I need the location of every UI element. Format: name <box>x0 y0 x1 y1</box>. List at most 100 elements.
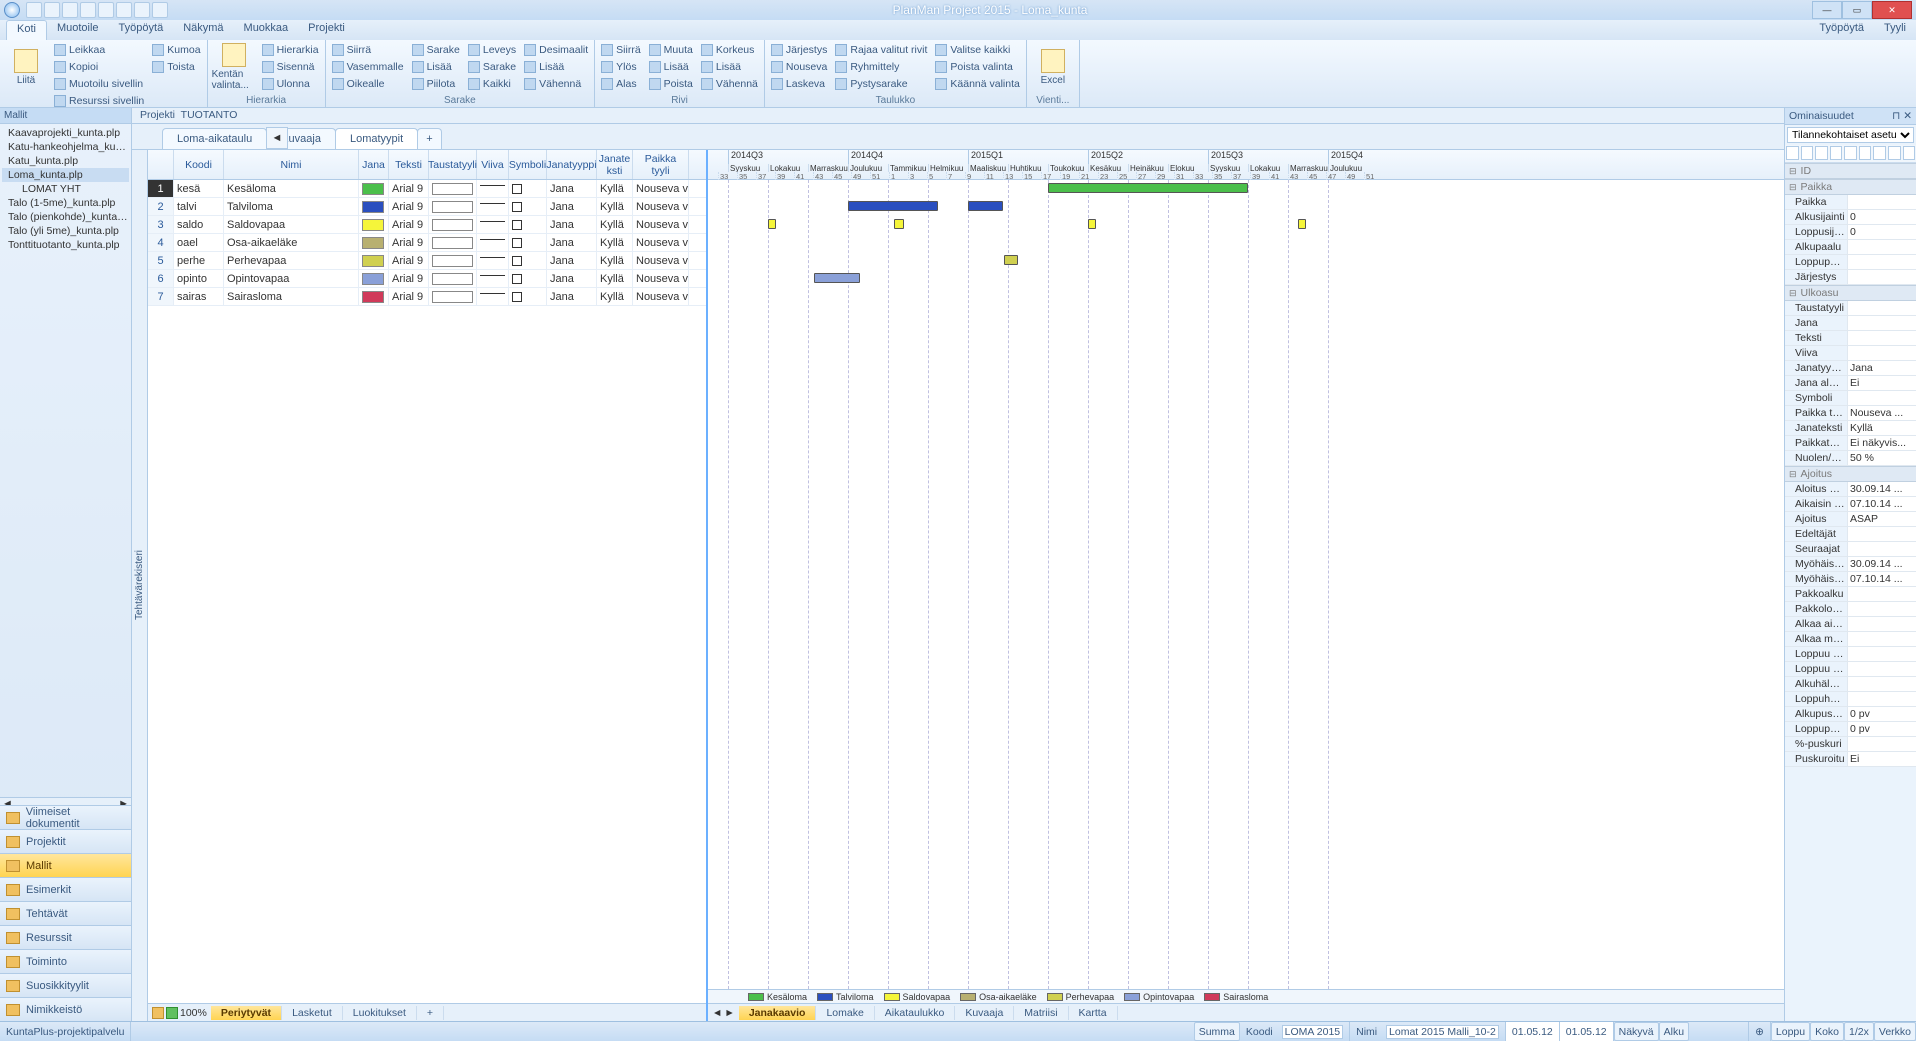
ribbon-item[interactable]: Rajaa valitut rivit <box>833 42 929 58</box>
prop-group[interactable]: Ulkoasu <box>1785 285 1916 301</box>
column-header[interactable]: Koodi <box>174 150 224 179</box>
ribbon-item[interactable]: Resurssi sivellin <box>52 93 146 109</box>
ribbon-button[interactable]: Excel <box>1031 42 1075 92</box>
properties-select[interactable]: Tilannekohtaiset asetukset <box>1787 127 1914 143</box>
ribbon-item[interactable]: Siirrä <box>599 42 643 58</box>
prop-row[interactable]: Pakkoalku <box>1785 587 1916 602</box>
doc-tab[interactable]: Lomatyypit <box>335 128 418 149</box>
ribbon-item[interactable]: Vähennä <box>522 76 590 92</box>
prop-row[interactable]: Nuolen/sy...50 % <box>1785 451 1916 466</box>
table-row[interactable]: 4oaelOsa-aikaeläkeArial 9JanaKylläNousev… <box>148 234 706 252</box>
menu-tab[interactable]: Koti <box>6 20 47 40</box>
ribbon-item[interactable]: Hierarkia <box>260 42 321 58</box>
side-handle[interactable]: Tehtävärekisteri <box>132 150 148 1021</box>
ribbon-item[interactable]: Desimaalit <box>522 42 590 58</box>
grid-bottom-tab[interactable]: Lasketut <box>282 1006 343 1020</box>
ribbon-item[interactable]: Kaikki <box>466 76 518 92</box>
quick-btn[interactable] <box>44 2 60 18</box>
status-koko[interactable]: Koko <box>1810 1022 1844 1041</box>
tab-scroll-left[interactable]: ◄ <box>266 127 288 149</box>
column-header[interactable]: Nimi <box>224 150 359 179</box>
nav-section[interactable]: Mallit <box>0 853 131 877</box>
quick-btn[interactable] <box>116 2 132 18</box>
tree-item[interactable]: Kaavaprojekti_kunta.plp <box>2 126 129 140</box>
ribbon-item[interactable]: Ulonna <box>260 76 321 92</box>
prop-tool-icon[interactable] <box>1801 146 1814 160</box>
prop-row[interactable]: Viiva <box>1785 346 1916 361</box>
ribbon-item[interactable]: Sarake <box>466 59 518 75</box>
ribbon-item[interactable]: Ylös <box>599 59 643 75</box>
prop-row[interactable]: Loppusijai...0 <box>1785 225 1916 240</box>
prop-tool-icon[interactable] <box>1844 146 1857 160</box>
prop-row[interactable]: Teksti <box>1785 331 1916 346</box>
gantt-bottom-tab[interactable]: Janakaavio <box>739 1006 817 1020</box>
prop-row[interactable]: Paikka tyyliNouseva ... <box>1785 406 1916 421</box>
menu-right-b[interactable]: Tyyli <box>1874 20 1916 40</box>
ribbon-item[interactable]: Leikkaa <box>52 42 146 58</box>
prop-row[interactable]: Aikaisin lo...07.10.14 ... <box>1785 497 1916 512</box>
grid-bottom-tab[interactable]: Periytyvät <box>211 1006 282 1020</box>
table-row[interactable]: 7sairasSairaslomaArial 9JanaKylläNouseva… <box>148 288 706 306</box>
ribbon-item[interactable]: Muotoilu sivellin <box>52 76 146 92</box>
ribbon-item[interactable]: Lisää <box>522 59 590 75</box>
gantt-bar[interactable] <box>1004 255 1018 265</box>
prop-row[interactable]: Alkaa my... <box>1785 632 1916 647</box>
nav-section[interactable]: Suosikkityylit <box>0 973 131 997</box>
menu-tab[interactable]: Työpöytä <box>109 20 174 40</box>
filter2-icon[interactable] <box>166 1007 178 1019</box>
prop-row[interactable]: Taustatyyli <box>1785 301 1916 316</box>
gantt-bottom-tab[interactable]: Aikataulukko <box>875 1006 956 1020</box>
prop-row[interactable]: Alkaa aik... <box>1785 617 1916 632</box>
prop-row[interactable]: Jana alat...Ei <box>1785 376 1916 391</box>
nav-section[interactable]: Toiminto <box>0 949 131 973</box>
prop-row[interactable]: Alkupuskuri0 pv <box>1785 707 1916 722</box>
nav-section[interactable]: Viimeiset dokumentit <box>0 805 131 829</box>
prop-tool-icon[interactable] <box>1888 146 1901 160</box>
ribbon-item[interactable]: Laskeva <box>769 76 829 92</box>
table-row[interactable]: 3saldoSaldovapaaArial 9JanaKylläNouseva … <box>148 216 706 234</box>
table-row[interactable]: 5perhePerhevapaaArial 9JanaKylläNouseva … <box>148 252 706 270</box>
prop-row[interactable]: PuskuroituEi <box>1785 752 1916 767</box>
prop-row[interactable]: Loppuu ai... <box>1785 647 1916 662</box>
quick-btn[interactable] <box>152 2 168 18</box>
prop-row[interactable]: AjoitusASAP <box>1785 512 1916 527</box>
ribbon-item[interactable]: Sarake <box>410 42 462 58</box>
gantt-bar[interactable] <box>894 219 904 229</box>
ribbon-button[interactable]: Kentän valinta... <box>212 42 256 92</box>
ribbon-item[interactable]: Kopioi <box>52 59 146 75</box>
ribbon-item[interactable]: Kumoa <box>150 42 202 58</box>
maximize-button[interactable]: ▭ <box>1842 1 1872 19</box>
column-header[interactable] <box>148 150 174 179</box>
prop-row[interactable]: Paikka <box>1785 195 1916 210</box>
status-alku[interactable]: Alku <box>1659 1022 1689 1041</box>
properties-selector[interactable]: Tilannekohtaiset asetukset <box>1785 125 1916 145</box>
status-nakyva[interactable]: Näkyvä <box>1614 1022 1659 1041</box>
prop-row[interactable]: Alkusijainti0 <box>1785 210 1916 225</box>
ribbon-item[interactable]: Lisää <box>410 59 462 75</box>
grid-bottom-tab[interactable]: + <box>417 1006 444 1020</box>
tree-item[interactable]: LOMAT YHT <box>2 182 129 196</box>
column-header[interactable]: Paikka tyyli <box>633 150 689 179</box>
doc-tab[interactable]: Loma-aikataulu <box>162 128 267 149</box>
tree-item[interactable]: Katu-hankeohjelma_kunta.plp <box>2 140 129 154</box>
menu-tab[interactable]: Muotoile <box>47 20 109 40</box>
status-summa[interactable]: Summa <box>1194 1022 1240 1041</box>
quick-btn[interactable] <box>26 2 42 18</box>
gantt-bottom-tab[interactable]: Kuvaaja <box>955 1006 1014 1020</box>
column-header[interactable]: Viiva <box>477 150 509 179</box>
ribbon-item[interactable]: Lisää <box>699 59 760 75</box>
prop-row[interactable]: Aloitus pv...30.09.14 ... <box>1785 482 1916 497</box>
prop-row[interactable]: Jana <box>1785 316 1916 331</box>
table-row[interactable]: 2talviTalvilomaArial 9JanaKylläNouseva v <box>148 198 706 216</box>
table-row[interactable]: 6opintoOpintovapaaArial 9JanaKylläNousev… <box>148 270 706 288</box>
table-row[interactable]: 1kesäKesälomaArial 9JanaKylläNouseva v <box>148 180 706 198</box>
menu-tab[interactable]: Projekti <box>298 20 355 40</box>
ribbon-item[interactable]: Oikealle <box>330 76 406 92</box>
minimize-button[interactable]: — <box>1812 1 1842 19</box>
tree-item[interactable]: Tonttituotanto_kunta.plp <box>2 238 129 252</box>
gantt-bar[interactable] <box>1048 183 1248 193</box>
quick-btn[interactable] <box>134 2 150 18</box>
doc-tab-add[interactable]: + <box>417 128 441 149</box>
status-verkko[interactable]: Verkko <box>1874 1022 1916 1041</box>
tree-item[interactable]: Katu_kunta.plp <box>2 154 129 168</box>
